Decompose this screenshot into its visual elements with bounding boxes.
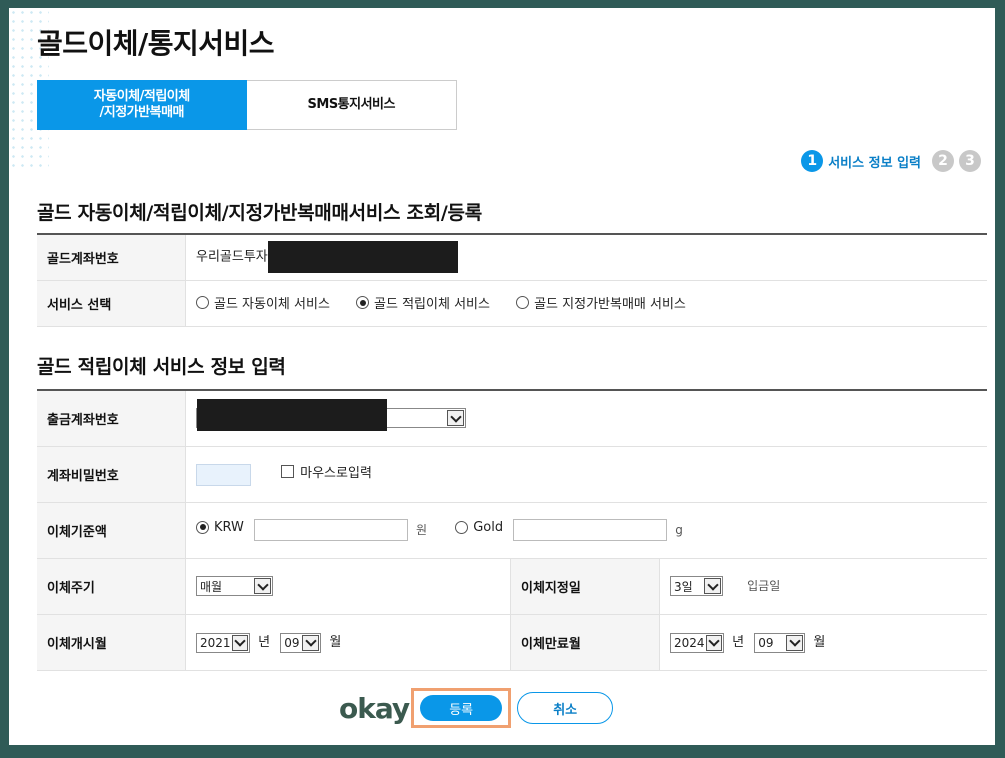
radio-krw-icon <box>196 520 209 534</box>
register-button[interactable]: 등록 <box>420 695 503 721</box>
main-window: 골드이체/통지서비스 자동이체/적립이체 /지정가반복매매 SMS통지서비스 1… <box>9 8 995 745</box>
gold-label: Gold <box>473 519 504 535</box>
chevron-down-icon <box>231 634 248 651</box>
section1-title: 골드 자동이체/적립이체/지정가반복매매서비스 조회/등록 <box>37 202 482 224</box>
tab-auto-transfer[interactable]: 자동이체/적립이체 /지정가반복매매 <box>37 80 247 130</box>
step-1-label: 서비스 정보 입력 <box>828 155 921 171</box>
radio-accumulation-transfer[interactable]: 골드 적립이체 서비스 <box>356 293 490 312</box>
register-button-highlight: 등록 <box>411 688 512 728</box>
account-password-input[interactable] <box>196 463 251 486</box>
withdraw-account-cell <box>185 389 987 447</box>
gold-amount-input[interactable] <box>513 519 668 541</box>
withdraw-account-label: 출금계좌번호 <box>37 389 186 447</box>
radio-auto-transfer[interactable]: 골드 자동이체 서비스 <box>196 293 330 312</box>
end-year-select[interactable]: 2024 <box>670 632 724 653</box>
service-options: 골드 자동이체 서비스 골드 적립이체 서비스 골드 지정가반복매매 서비스 <box>185 280 987 327</box>
radio-accumulation-transfer-icon <box>356 296 370 309</box>
radio-gold-icon <box>455 520 469 534</box>
step-indicator: 1 서비스 정보 입력 2 3 <box>801 150 981 172</box>
deposit-day-text: 입금일 <box>747 578 781 593</box>
tab-sms-notification[interactable]: SMS통지서비스 <box>246 80 457 130</box>
gold-account-cell: 우리골드투자 <box>185 233 987 281</box>
radio-repeat-trade-label: 골드 지정가반복매매 서비스 <box>534 297 686 312</box>
start-year-value: 2021 <box>200 635 231 650</box>
transfer-cycle-cell: 매월 <box>185 558 511 615</box>
end-month-value: 09 <box>758 635 774 650</box>
cancel-button[interactable]: 취소 <box>517 692 614 724</box>
account-password-cell: 마우스로입력 <box>185 446 987 503</box>
krw-unit: 원 <box>416 522 428 537</box>
end-year-unit: 년 <box>732 635 745 651</box>
end-year-value: 2024 <box>674 635 705 650</box>
chevron-down-icon <box>254 578 271 594</box>
radio-gold[interactable]: Gold <box>455 520 503 535</box>
mouse-input-checkbox[interactable]: 마우스로입력 <box>281 462 372 481</box>
start-month-cell: 2021 년 09 월 <box>185 614 511 671</box>
transfer-cycle-value: 매월 <box>200 579 223 594</box>
start-year-select[interactable]: 2021 <box>196 632 250 653</box>
section2-title: 골드 적립이체 서비스 정보 입력 <box>37 356 286 378</box>
start-month-select[interactable]: 09 <box>280 632 322 653</box>
okay-logo: okay <box>339 691 410 725</box>
radio-repeat-trade[interactable]: 골드 지정가반복매매 서비스 <box>516 293 686 312</box>
chevron-down-icon <box>786 634 804 651</box>
redacted-withdraw-account <box>197 399 387 432</box>
step-3-icon: 3 <box>959 150 981 172</box>
transfer-cycle-label: 이체주기 <box>37 558 186 615</box>
end-month-unit: 월 <box>813 635 826 651</box>
chevron-down-icon <box>447 410 464 427</box>
mouse-input-checkbox-icon <box>281 465 295 479</box>
action-buttons: okay 등록 취소 <box>339 688 614 728</box>
start-month-unit: 월 <box>329 635 342 651</box>
krw-amount-input[interactable] <box>254 519 409 541</box>
transfer-amount-label: 이체기준액 <box>37 502 186 559</box>
chevron-down-icon <box>302 634 320 651</box>
transfer-cycle-select[interactable]: 매월 <box>196 576 273 596</box>
service-info-table: 출금계좌번호 계좌비밀번호 마우스로입력 이체기준액 KRW 원 Gold g … <box>37 389 987 671</box>
service-inquiry-table: 골드계좌번호 우리골드투자 서비스 선택 골드 자동이체 서비스 골드 적립이체… <box>37 233 987 327</box>
account-password-label: 계좌비밀번호 <box>37 446 186 503</box>
gold-account-label: 골드계좌번호 <box>37 233 186 281</box>
chevron-down-icon <box>704 578 721 594</box>
radio-accumulation-transfer-label: 골드 적립이체 서비스 <box>374 297 490 312</box>
start-month-label: 이체개시월 <box>37 614 186 671</box>
transfer-amount-cell: KRW 원 Gold g <box>185 502 987 559</box>
designated-day-label: 이체지정일 <box>510 558 660 615</box>
designated-day-cell: 3일 입금일 <box>659 558 987 615</box>
redacted-account-number <box>267 241 458 274</box>
step-2-icon: 2 <box>932 150 954 172</box>
end-month-label: 이체만료월 <box>510 614 660 671</box>
radio-auto-transfer-label: 골드 자동이체 서비스 <box>214 297 330 312</box>
designated-day-value: 3일 <box>674 579 693 594</box>
start-year-unit: 년 <box>258 635 271 651</box>
withdraw-account-select[interactable] <box>196 399 466 432</box>
radio-auto-transfer-icon <box>196 296 209 309</box>
chevron-down-icon <box>705 634 722 651</box>
end-month-select[interactable]: 09 <box>754 632 806 653</box>
radio-repeat-trade-icon <box>516 296 530 309</box>
designated-day-select[interactable]: 3일 <box>670 576 723 596</box>
tab-auto-transfer-line2: /지정가반복매매 <box>99 105 185 120</box>
gold-unit: g <box>675 522 683 537</box>
tab-auto-transfer-line1: 자동이체/적립이체 <box>93 89 190 104</box>
tab-bar: 자동이체/적립이체 /지정가반복매매 SMS통지서비스 <box>37 80 457 130</box>
page-title: 골드이체/통지서비스 <box>37 27 275 60</box>
service-select-label: 서비스 선택 <box>37 280 186 327</box>
gold-account-value: 우리골드투자 <box>196 249 268 265</box>
step-1-icon: 1 <box>801 150 824 172</box>
radio-krw[interactable]: KRW <box>196 520 244 535</box>
krw-label: KRW <box>214 519 244 535</box>
mouse-input-label: 마우스로입력 <box>300 466 372 482</box>
start-month-value: 09 <box>284 635 300 650</box>
end-month-cell: 2024 년 09 월 <box>659 614 987 671</box>
